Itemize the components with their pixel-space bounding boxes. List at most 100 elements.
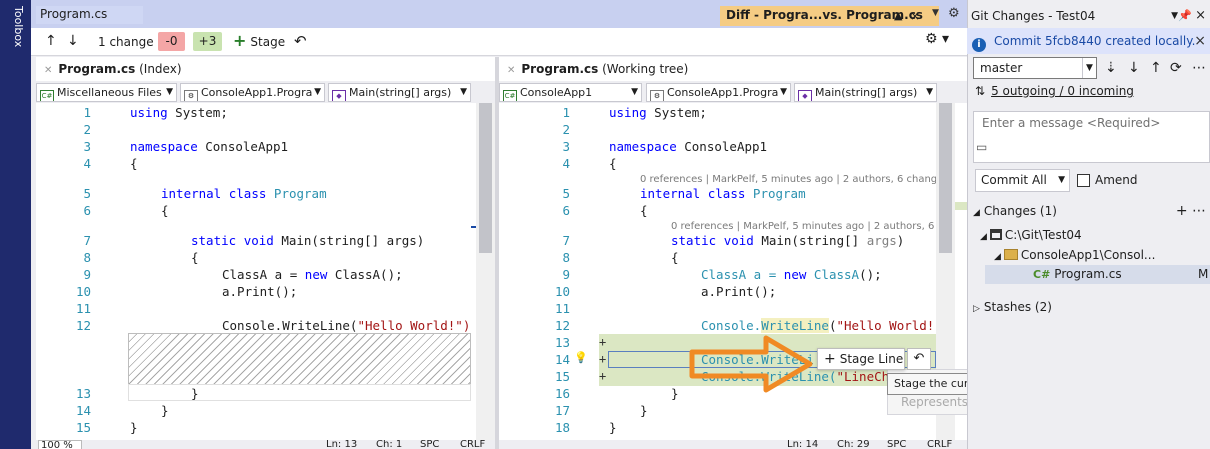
previous-change-arrow-up-icon[interactable]: ↑ [45,31,57,51]
line-number: 8 [83,250,91,265]
class-icon: ⚙ [184,90,198,101]
push-icon[interactable]: ↑ [1150,57,1162,79]
amend-checkbox[interactable] [1077,174,1090,187]
branch-name: master [980,61,1023,75]
tab-program-cs[interactable]: Program.cs [36,6,143,24]
code-line: } [161,403,169,418]
line-number: 4 [83,156,91,171]
right-file-suffix: (Working tree) [598,62,689,76]
plus-icon: + [824,351,836,367]
undo-changes-icon[interactable]: ↶ [294,31,312,51]
pin-icon[interactable]: 📌 [1178,6,1192,26]
sync-icon[interactable]: ⟳ [1170,57,1182,79]
right-class-dropdown-label: ConsoleApp1.Progra [667,86,779,99]
left-file-name: Program.cs [58,62,136,76]
commit-message-input[interactable]: Enter a message <Required> [973,111,1210,163]
stage-line-label: Stage Line [839,352,904,366]
keyword-class: class [228,186,267,201]
scrollbar-thumb[interactable] [939,103,952,253]
method-icon: ◆ [798,90,812,101]
right-class-dropdown[interactable]: ⚙ ConsoleApp1.Progra ▼ [646,83,791,102]
folder-tree-item[interactable]: ◢ ConsoleApp1\Consol... [994,246,1155,266]
csharp-file-icon: C# [503,90,517,101]
scrollbar-thumb[interactable] [479,103,492,253]
right-member-dropdown[interactable]: ◆ Main(string[] args) ▼ [794,83,937,102]
left-vertical-scrollbar[interactable] [476,103,495,440]
code-line: internal class Program [161,185,327,202]
line-number: 3 [83,139,91,154]
next-change-arrow-down-icon[interactable]: ↓ [67,31,79,51]
line-indicator: Ln: 14 [787,440,819,449]
repo-tree-item[interactable]: ◢ C:\Git\Test04 [980,226,1082,246]
method-name: WriteLine [761,318,829,333]
pin-icon[interactable]: ✕ [44,65,52,76]
line-number: 10 [554,284,570,299]
string-literal: "Hello World!") [357,318,471,333]
pull-icon[interactable]: ↓ [1128,57,1140,79]
right-project-dropdown[interactable]: C# ConsoleApp1 ▼ [499,83,642,102]
code-line: { [640,203,648,218]
stashes-section-header[interactable]: ▷ Stashes (2) [973,298,1052,318]
code-line: { [671,250,679,265]
commit-all-button[interactable]: Commit All ▼ [975,169,1070,192]
left-code-pane[interactable]: 1 2 3 4 5 6 7 8 9 10 11 12 13 14 15 usin… [36,103,495,440]
column-indicator: Ch: 1 [376,440,403,449]
chevron-down-icon: ▼ [780,87,787,97]
message-toolbar-icon[interactable]: ▭ [976,140,994,156]
close-tab-icon[interactable]: × [910,6,922,26]
line-number: 5 [83,186,91,201]
chevron-down-icon: ▼ [166,87,173,97]
close-icon[interactable]: × [1194,28,1206,54]
tab-diff[interactable]: Diff - Progra...vs. Program.cs [720,6,939,26]
left-member-dropdown[interactable]: ◆ Main(string[] args) ▼ [328,83,471,102]
branch-select[interactable]: master ▼ [973,57,1097,79]
string-literal: "Hello World! [836,318,935,333]
toolbox-label[interactable]: Toolbox [5,6,25,66]
toolbox-strip[interactable]: Toolbox [0,0,31,449]
left-project-dropdown[interactable]: C# Miscellaneous Files ▼ [36,83,177,102]
amend-label: Amend [1095,173,1138,187]
code-line: static void Main(string[] args) [671,232,904,249]
chevron-down-icon: ▼ [1058,175,1065,185]
line-number: 17 [554,403,570,418]
line-number: 13 [554,335,570,350]
close-icon[interactable]: × [1195,6,1206,26]
pin-icon[interactable]: ▲ [894,6,906,26]
git-panel-title-bar: Git Changes - Test04 ▼ 📌 × [967,6,1210,26]
repo-path-label: C:\Git\Test04 [1004,228,1082,242]
arrow-shape [689,335,813,393]
column-indicator: Ch: 29 [837,440,870,449]
added-line-marker: + [599,352,607,366]
tab-settings-gear-icon[interactable]: ⚙ [948,6,964,24]
csharp-file-icon: C# [1033,268,1051,281]
change-count-label: 1 change [98,35,154,49]
type-name: ClassA a = [701,267,784,282]
chevron-down-icon[interactable]: ▼ [1171,6,1178,26]
line-number: 12 [554,318,570,333]
code-text: ClassA a = [222,267,305,282]
changes-section-header[interactable]: ◢ Changes (1) + ⋯ [973,202,1210,220]
diff-settings-gear-icon[interactable]: ⚙ ▾ [925,31,955,51]
lightbulb-icon[interactable]: 💡 [574,351,588,365]
code-line: ClassA a = new ClassA(); [701,266,882,283]
tab-list-dropdown-icon[interactable]: ▼ [932,8,944,22]
pin-icon[interactable]: ✕ [507,65,515,76]
zoom-level[interactable]: 100 % [38,440,82,449]
stage-line-button[interactable]: + Stage Line [817,348,905,370]
commit-info-text[interactable]: Commit 5fcb8440 created locally. [994,34,1195,48]
repository-icon [989,229,1002,240]
type-name: Program [273,186,327,201]
more-icon[interactable]: ⋯ [1192,57,1206,79]
stage-button[interactable]: + Stage [233,31,287,51]
undo-line-icon[interactable]: ↶ [907,348,931,370]
folder-icon [1003,249,1018,260]
fetch-icon[interactable]: ⇣ [1105,57,1117,79]
chevron-down-icon: ▼ [460,87,467,97]
left-class-dropdown[interactable]: ⚙ ConsoleApp1.Progra ▼ [180,83,325,102]
code-line: Console.WriteLine("Hello World! [701,317,934,334]
stage-all-icon[interactable]: + ⋯ [1176,202,1206,220]
info-icon: i [972,38,986,52]
outgoing-incoming-link[interactable]: ⇅ 5 outgoing / 0 incoming [975,82,1134,100]
keyword-void: void [243,233,274,248]
changed-file-row[interactable]: C# Program.cs M [985,265,1210,284]
